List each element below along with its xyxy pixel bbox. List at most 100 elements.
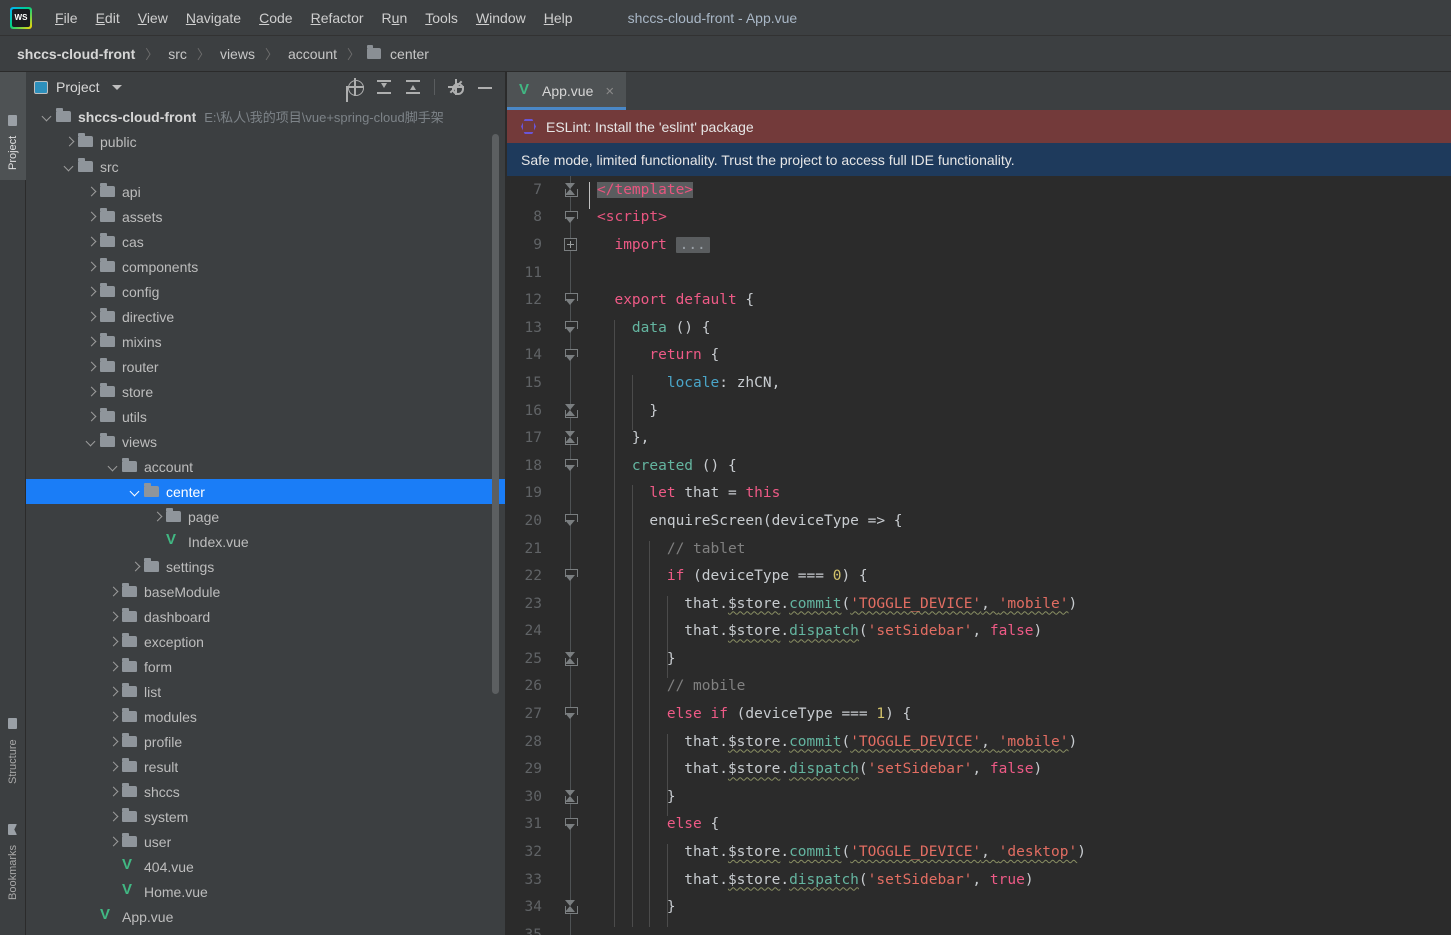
tree-item-views[interactable]: views xyxy=(26,429,505,454)
line-number[interactable]: 34 xyxy=(507,899,553,915)
line-number[interactable]: 30 xyxy=(507,789,553,805)
tree-item-system[interactable]: system xyxy=(26,804,505,829)
chevron-right-icon[interactable] xyxy=(106,735,119,748)
line-number[interactable]: 16 xyxy=(507,403,553,419)
fold-gutter[interactable] xyxy=(553,479,589,508)
tree-item-mixins[interactable]: mixins xyxy=(26,329,505,354)
line-number[interactable]: 19 xyxy=(507,485,553,501)
chevron-right-icon[interactable] xyxy=(84,360,97,373)
tree-item-modules[interactable]: modules xyxy=(26,704,505,729)
tool-tab-project[interactable]: Project xyxy=(0,72,26,180)
fold-gutter[interactable] xyxy=(553,810,589,839)
fold-gutter[interactable] xyxy=(553,534,589,563)
line-number[interactable]: 11 xyxy=(507,265,553,281)
breadcrumb-item-src[interactable]: src xyxy=(165,45,190,63)
chevron-right-icon[interactable] xyxy=(62,135,75,148)
chevron-right-icon[interactable] xyxy=(84,210,97,223)
menu-item-run[interactable]: Run xyxy=(373,7,417,29)
chevron-right-icon[interactable] xyxy=(106,635,119,648)
line-number[interactable]: 25 xyxy=(507,651,553,667)
chevron-right-icon[interactable] xyxy=(106,585,119,598)
fold-gutter[interactable] xyxy=(553,341,589,370)
tree-item-user[interactable]: user xyxy=(26,829,505,854)
line-number[interactable]: 21 xyxy=(507,541,553,557)
tool-tab-bookmarks[interactable]: Bookmarks xyxy=(0,794,26,910)
fold-collapse-icon[interactable] xyxy=(564,514,578,527)
fold-gutter[interactable] xyxy=(553,838,589,866)
tree-item-shccs[interactable]: shccs xyxy=(26,779,505,804)
menu-item-window[interactable]: Window xyxy=(467,7,535,29)
fold-collapse-icon[interactable] xyxy=(564,458,578,472)
breadcrumb-item-center[interactable]: center xyxy=(367,45,432,63)
fold-gutter[interactable] xyxy=(553,589,589,618)
fold-collapse-icon[interactable] xyxy=(564,210,578,224)
menu-item-code[interactable]: Code xyxy=(250,7,301,29)
tree-item-404-vue[interactable]: 404.vue xyxy=(26,854,505,879)
breadcrumb-item-shccs-cloud-front[interactable]: shccs-cloud-front xyxy=(14,45,138,63)
tree-item-shccs-cloud-front[interactable]: shccs-cloud-front E:\私人\我的项目\vue+spring-c… xyxy=(26,104,505,129)
tree-item-result[interactable]: result xyxy=(26,754,505,779)
line-number[interactable]: 13 xyxy=(507,320,553,336)
fold-end-icon[interactable] xyxy=(564,652,578,667)
line-number[interactable]: 20 xyxy=(507,513,553,529)
line-number[interactable]: 33 xyxy=(507,872,553,888)
fold-end-icon[interactable] xyxy=(564,900,578,915)
fold-collapse-icon[interactable] xyxy=(564,293,578,306)
chevron-right-icon[interactable] xyxy=(106,610,119,623)
fold-gutter[interactable] xyxy=(553,396,589,425)
tree-item-account[interactable]: account xyxy=(26,454,505,479)
tree-item-center[interactable]: center xyxy=(26,479,505,504)
chevron-right-icon[interactable] xyxy=(84,285,97,298)
line-number[interactable]: 17 xyxy=(507,430,553,446)
fold-gutter[interactable] xyxy=(553,562,589,590)
fold-gutter[interactable] xyxy=(553,286,589,314)
line-number[interactable]: 27 xyxy=(507,706,553,722)
tree-item-list[interactable]: list xyxy=(26,679,505,704)
hide-icon[interactable] xyxy=(477,79,493,95)
line-number[interactable]: 9 xyxy=(507,237,553,253)
tree-item-dashboard[interactable]: dashboard xyxy=(26,604,505,629)
tool-tab-structure[interactable]: Structure xyxy=(0,682,26,794)
tree-item-form[interactable]: form xyxy=(26,654,505,679)
line-number[interactable]: 31 xyxy=(507,816,553,832)
breadcrumb-item-account[interactable]: account xyxy=(285,45,340,63)
tree-item-page[interactable]: page xyxy=(26,504,505,529)
chevron-right-icon[interactable] xyxy=(106,785,119,798)
chevron-right-icon[interactable] xyxy=(84,310,97,323)
chevron-right-icon[interactable] xyxy=(106,660,119,673)
line-number[interactable]: 15 xyxy=(507,375,553,391)
line-number[interactable]: 7 xyxy=(507,182,553,198)
tree-item-api[interactable]: api xyxy=(26,179,505,204)
collapse-all-icon[interactable] xyxy=(405,79,421,95)
fold-gutter[interactable] xyxy=(553,617,589,646)
breadcrumb-item-views[interactable]: views xyxy=(217,45,258,63)
tree-item-utils[interactable]: utils xyxy=(26,404,505,429)
fold-collapse-icon[interactable] xyxy=(564,817,578,831)
tree-item-public[interactable]: public xyxy=(26,129,505,154)
fold-gutter[interactable] xyxy=(553,176,589,204)
tree-item-settings[interactable]: settings xyxy=(26,554,505,579)
chevron-right-icon[interactable] xyxy=(84,410,97,423)
tree-item-router[interactable]: router xyxy=(26,354,505,379)
chevron-down-icon[interactable] xyxy=(84,435,97,448)
fold-gutter[interactable] xyxy=(553,203,589,232)
fold-gutter[interactable] xyxy=(553,507,589,535)
chevron-right-icon[interactable] xyxy=(106,835,119,848)
chevron-down-icon[interactable] xyxy=(128,485,141,498)
chevron-down-icon[interactable] xyxy=(111,84,122,90)
line-number[interactable]: 22 xyxy=(507,568,553,584)
fold-gutter[interactable] xyxy=(553,645,589,673)
menu-item-edit[interactable]: Edit xyxy=(87,7,129,29)
editor-tab-app-vue[interactable]: App.vue × xyxy=(507,72,627,110)
fold-gutter[interactable] xyxy=(553,921,589,935)
settings-gear-icon[interactable] xyxy=(448,79,464,95)
tree-item-cas[interactable]: cas xyxy=(26,229,505,254)
fold-end-icon[interactable] xyxy=(564,790,578,805)
fold-gutter[interactable] xyxy=(553,672,589,701)
fold-gutter[interactable] xyxy=(553,313,589,342)
chevron-right-icon[interactable] xyxy=(84,385,97,398)
tree-item-home-vue[interactable]: Home.vue xyxy=(26,879,505,904)
line-number[interactable]: 29 xyxy=(507,761,553,777)
fold-collapse-icon[interactable] xyxy=(564,569,578,582)
chevron-right-icon[interactable] xyxy=(84,235,97,248)
